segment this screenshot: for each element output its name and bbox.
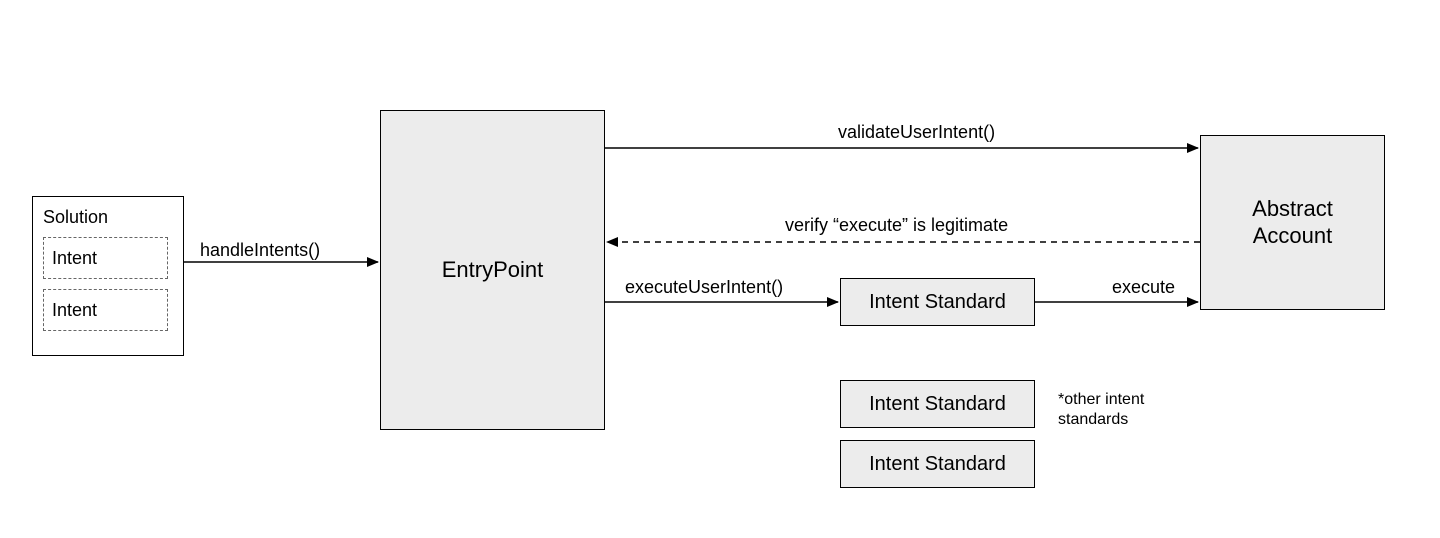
intent-standard-box-1: Intent Standard bbox=[840, 278, 1035, 326]
intent-standard-1-label: Intent Standard bbox=[869, 291, 1006, 314]
intent-standard-3-label: Intent Standard bbox=[869, 453, 1006, 476]
abstract-account-line2: Account bbox=[1253, 223, 1333, 249]
intent-box-1: Intent bbox=[43, 237, 168, 279]
entrypoint-label: EntryPoint bbox=[442, 257, 544, 283]
abstract-account-line1: Abstract bbox=[1252, 196, 1333, 222]
intent2-label: Intent bbox=[52, 300, 97, 321]
entrypoint-box: EntryPoint bbox=[380, 110, 605, 430]
solution-title: Solution bbox=[43, 207, 108, 228]
intent-box-2: Intent bbox=[43, 289, 168, 331]
validate-user-intent-label: validateUserIntent() bbox=[838, 122, 995, 143]
verify-execute-label: verify “execute” is legitimate bbox=[785, 215, 1008, 236]
solution-box: Solution Intent Intent bbox=[32, 196, 184, 356]
intent-standard-2-label: Intent Standard bbox=[869, 393, 1006, 416]
note-line1: *other intent bbox=[1058, 391, 1144, 408]
note-line2: standards bbox=[1058, 411, 1128, 428]
intent1-label: Intent bbox=[52, 248, 97, 269]
intent-standard-box-2: Intent Standard bbox=[840, 380, 1035, 428]
intent-standard-box-3: Intent Standard bbox=[840, 440, 1035, 488]
handle-intents-label: handleIntents() bbox=[200, 240, 320, 261]
execute-label: execute bbox=[1112, 277, 1175, 298]
note-text: *other intent standards bbox=[1058, 390, 1198, 430]
diagram-canvas: { "solution": { "title": "Solution", "in… bbox=[0, 0, 1440, 538]
execute-user-intent-label: executeUserIntent() bbox=[625, 277, 783, 298]
abstract-account-box: Abstract Account bbox=[1200, 135, 1385, 310]
